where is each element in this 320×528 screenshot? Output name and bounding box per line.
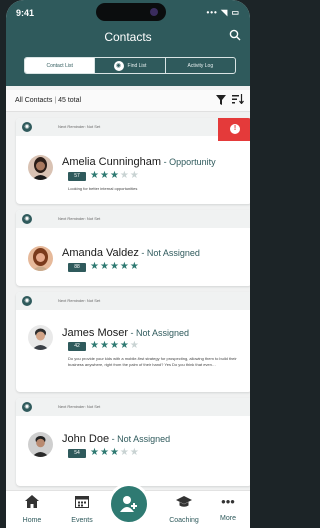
contact-name: John Doe - Not Assigned [62,433,171,445]
card-header: ◉ Next Reminder: Not Set [16,118,250,136]
star-icon: ★ [109,340,120,351]
card-header: ◉ Next Reminder: Not Set [16,398,250,416]
star-icon: ★ [129,170,140,181]
contact-status: Not Assigned [146,248,200,258]
eye-icon[interactable]: ◉ [22,296,32,306]
contact-card[interactable]: ◉ Next Reminder: Not Set John Doe - Not … [16,398,250,486]
score-badge: 88 [68,263,86,272]
star-icon: ★ [129,447,140,458]
reminder-text: Next Reminder: Not Set [58,404,101,409]
contact-card[interactable]: ◉ Next Reminder: Not Set James Moser - N… [16,292,250,392]
rating-stars: ★★★★★ [90,448,140,458]
avatar [28,432,53,457]
search-icon[interactable] [228,29,242,43]
reminder-text: Next Reminder: Not Set [58,298,101,303]
nav-events[interactable]: Events [60,495,104,524]
contact-name: Amanda Valdez - Not Assigned [62,247,200,259]
contact-note: Do you provide your kids with a mobile-f… [68,356,237,367]
star-icon: ★ [90,170,100,181]
rating-stars: ★★★★★ [90,171,140,181]
star-icon: ★ [90,447,100,458]
star-icon: ★ [99,170,110,181]
eye-icon[interactable]: ◉ [22,402,32,412]
alert-button[interactable]: ! [218,118,250,141]
card-header: ◉ Next Reminder: Not Set [16,292,250,310]
star-icon: ★ [99,340,110,351]
page-title: Contacts [104,30,152,44]
star-icon: ★ [129,340,140,351]
tab-find-list[interactable]: ◉ Find List [95,58,166,73]
contact-note: Looking for better internal opportunitie… [68,186,138,191]
contact-status: Not Assigned [136,328,190,338]
avatar [28,155,53,180]
star-icon: ★ [109,170,120,181]
contact-card[interactable]: ◉ Next Reminder: Not Set ! Amelia Cunnin… [16,118,250,204]
star-icon: ★ [119,340,130,351]
avatar [28,325,53,350]
location-pin-icon: ◉ [113,60,124,71]
star-icon: ★ [99,261,110,272]
nav-more[interactable]: ••• More [206,494,250,523]
list-toolbar: All Contacts | 45 total [6,90,250,112]
eye-icon[interactable]: ◉ [22,214,32,224]
star-icon: ★ [129,261,140,272]
score-badge: 54 [68,449,86,458]
status-time: 9:41 [16,8,35,18]
rating-stars: ★★★★★ [90,262,140,272]
status-icons: ••• ◥ ▭ [206,8,240,17]
contact-name: James Moser - Not Assigned [62,327,190,339]
reminder-text: Next Reminder: Not Set [58,124,101,129]
filter-icon[interactable] [216,95,226,108]
star-icon: ★ [109,447,120,458]
star-icon: ★ [119,170,130,181]
star-icon: ★ [109,261,120,272]
more-dots-icon: ••• [221,494,235,509]
rating-stars: ★★★★★ [90,341,140,351]
add-contact-icon [111,486,147,522]
alert-icon: ! [230,124,240,134]
nav-coaching[interactable]: Coaching [162,495,206,524]
eye-icon[interactable]: ◉ [22,122,32,132]
card-header: ◉ Next Reminder: Not Set [16,210,250,228]
contact-status: Opportunity [169,157,216,167]
contact-name: Amelia Cunningham - Opportunity [62,156,216,168]
star-icon: ★ [99,447,110,458]
tab-activity-log[interactable]: Activity Log [166,58,235,73]
tab-contact-list[interactable]: Contact List [25,58,96,73]
reminder-text: Next Reminder: Not Set [58,216,101,221]
star-icon: ★ [119,447,130,458]
contact-card[interactable]: ◉ Next Reminder: Not Set Amanda Valdez -… [16,210,250,286]
star-icon: ★ [119,261,130,272]
status-bar: 9:41 ••• ◥ ▭ [6,8,250,22]
calendar-icon [60,495,104,511]
score-badge: 57 [68,172,86,181]
score-badge: 42 [68,342,86,351]
avatar [28,246,53,271]
contact-count[interactable]: All Contacts | 45 total [15,97,81,104]
app-header: 9:41 ••• ◥ ▭ Contacts Contact List ◉ Find… [6,0,250,86]
star-icon: ★ [90,261,100,272]
add-contact-button[interactable] [108,483,150,525]
sort-icon[interactable] [232,94,244,107]
nav-home[interactable]: Home [10,495,54,524]
app-screen: 9:41 ••• ◥ ▭ Contacts Contact List ◉ Find… [6,0,250,528]
graduation-cap-icon [162,495,206,511]
home-icon [10,495,54,511]
contact-status: Not Assigned [117,434,171,444]
segmented-tabs: Contact List ◉ Find List Activity Log [24,57,236,74]
star-icon: ★ [90,340,100,351]
